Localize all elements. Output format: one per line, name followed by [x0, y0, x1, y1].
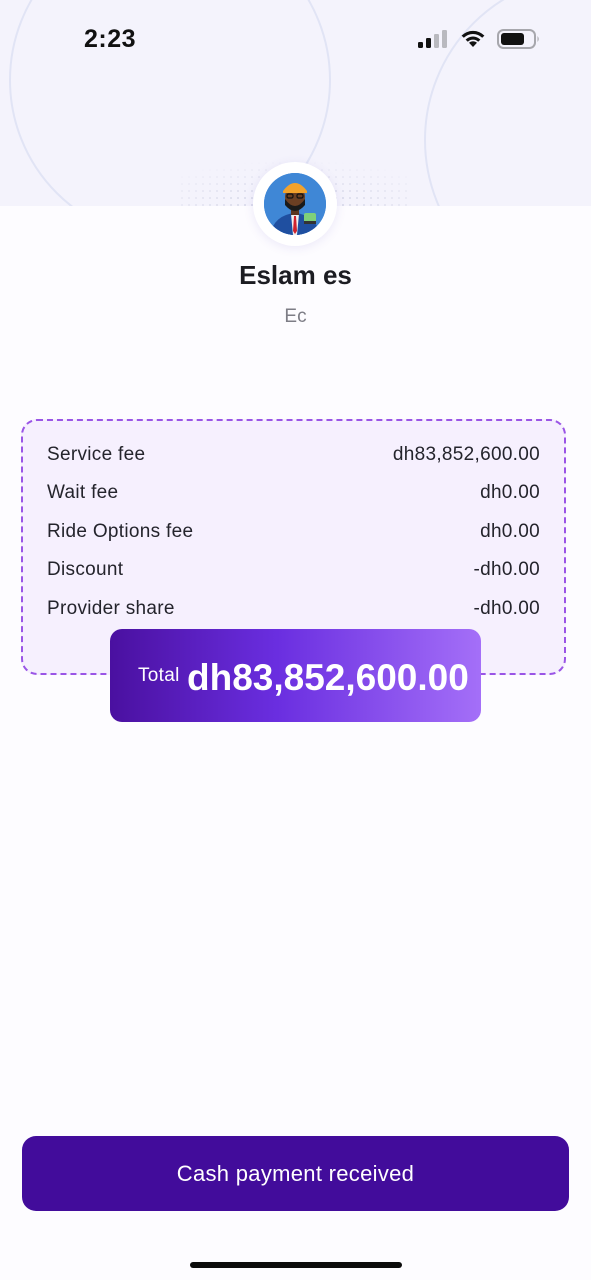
- cellular-signal-icon: [418, 30, 447, 48]
- avatar-illustration: [264, 173, 326, 235]
- home-indicator[interactable]: [190, 1262, 402, 1268]
- wifi-icon: [461, 30, 485, 47]
- customer-subtitle: Ec: [284, 306, 307, 327]
- fee-row-discount: Discount -dh0.00: [47, 556, 540, 584]
- fee-label: Discount: [47, 559, 124, 580]
- fee-row-service: Service fee dh83,852,600.00: [47, 441, 540, 469]
- fee-value: -dh0.00: [473, 598, 540, 619]
- total-value: dh83,852,600.00: [187, 657, 469, 698]
- avatar-frame: [253, 162, 337, 246]
- fee-label: Wait fee: [47, 482, 119, 503]
- status-time: 2:23: [84, 25, 137, 53]
- fee-label: Service fee: [47, 444, 146, 465]
- battery-icon: [497, 29, 539, 49]
- fee-row-wait: Wait fee dh0.00: [47, 479, 540, 507]
- fee-label: Ride Options fee: [47, 521, 194, 542]
- customer-name: Eslam es: [239, 260, 352, 290]
- fee-label: Provider share: [47, 598, 175, 619]
- fee-value: -dh0.00: [473, 559, 540, 580]
- fee-row-ride-options: Ride Options fee dh0.00: [47, 518, 540, 546]
- fee-value: dh83,852,600.00: [392, 444, 540, 465]
- total-amount-box: Total dh83,852,600.00: [110, 629, 481, 722]
- total-label: Total: [138, 665, 180, 686]
- avatar: [264, 173, 326, 235]
- cash-payment-received-button[interactable]: Cash payment received: [22, 1136, 569, 1211]
- fee-value: dh0.00: [480, 482, 540, 503]
- status-icons: [417, 28, 541, 50]
- fee-value: dh0.00: [480, 521, 540, 542]
- fee-row-provider-share: Provider share -dh0.00: [47, 595, 540, 623]
- status-bar: 2:23: [0, 0, 591, 80]
